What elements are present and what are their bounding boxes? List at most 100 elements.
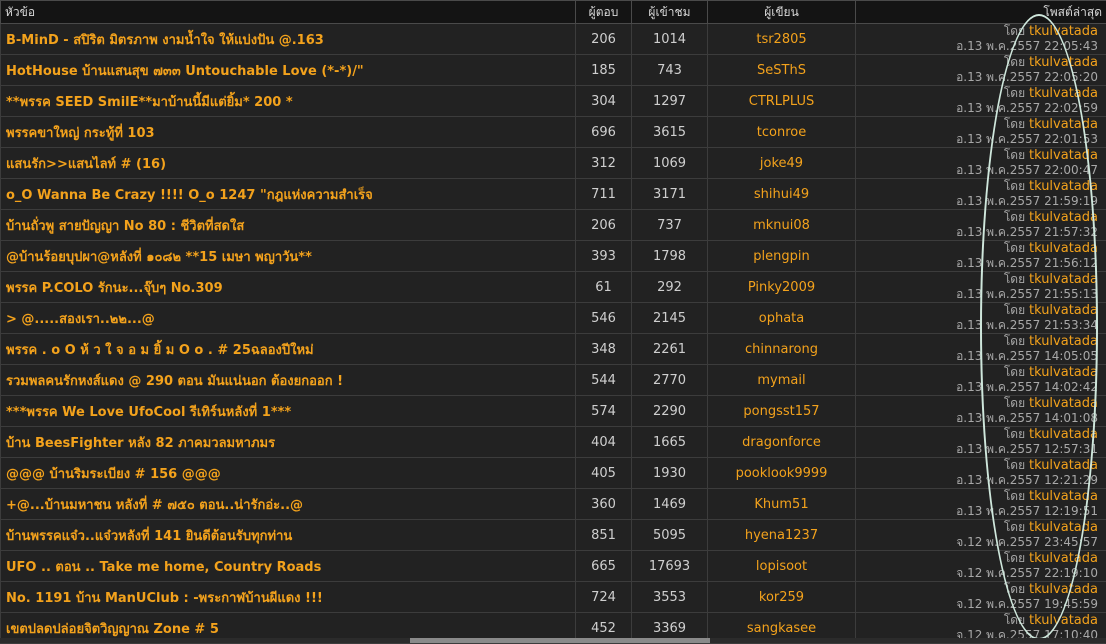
last-post-user-link[interactable]: tkulvatada — [1029, 489, 1098, 504]
view-count: 17693 — [632, 551, 708, 582]
last-post-user-link[interactable]: tkulvatada — [1029, 303, 1098, 318]
reply-count: 206 — [576, 210, 632, 241]
topic-link[interactable]: พรรคขาใหญ่ กระทู้ที่ 103 — [1, 117, 576, 148]
table-row: No. 1191 บ้าน ManUClub : -พระกาฬบ้านผีแด… — [1, 582, 1106, 613]
view-count: 2145 — [632, 303, 708, 334]
view-count: 1069 — [632, 148, 708, 179]
author-link[interactable]: CTRLPLUS — [708, 86, 856, 117]
author-link[interactable]: Khum51 — [708, 489, 856, 520]
last-post-user-link[interactable]: tkulvatada — [1029, 520, 1098, 535]
author-link[interactable]: joke49 — [708, 148, 856, 179]
table-header-row: หัวข้อ ผู้ตอบ ผู้เข้าชม ผู้เขียน โพสต์ล่… — [1, 1, 1106, 24]
last-post-user-link[interactable]: tkulvatada — [1029, 427, 1098, 442]
author-link[interactable]: ophata — [708, 303, 856, 334]
view-count: 1665 — [632, 427, 708, 458]
by-prefix: โดย — [1004, 613, 1025, 627]
topic-link[interactable]: HotHouse บ้านแสนสุข ๗๓๓ Untouchable Love… — [1, 55, 576, 86]
last-post-user-link[interactable]: tkulvatada — [1029, 86, 1098, 101]
header-topic[interactable]: หัวข้อ — [1, 1, 576, 24]
topic-link[interactable]: บ้าน BeesFighter หลัง 82 ภาคมวลมหาภมร — [1, 427, 576, 458]
by-prefix: โดย — [1004, 551, 1025, 565]
last-post-user-link[interactable]: tkulvatada — [1029, 241, 1098, 256]
topic-link[interactable]: B-MinD - สปิริต มิตรภาพ งามน้ำใจ ให้แบ่ง… — [1, 24, 576, 55]
last-post-cell: โดย tkulvatadaอ.13 พ.ค.2557 22:05:43 — [856, 24, 1106, 55]
header-last-post[interactable]: โพสต์ล่าสุด — [856, 1, 1106, 24]
header-author[interactable]: ผู้เขียน — [708, 1, 856, 24]
author-link[interactable]: hyena1237 — [708, 520, 856, 551]
author-link[interactable]: lopisoot — [708, 551, 856, 582]
last-post-user-link[interactable]: tkulvatada — [1029, 148, 1098, 163]
topic-link[interactable]: > @.....สองเรา..๒๒...@ — [1, 303, 576, 334]
author-link[interactable]: SeSThS — [708, 55, 856, 86]
author-link[interactable]: chinnarong — [708, 334, 856, 365]
last-post-user-link[interactable]: tkulvatada — [1029, 334, 1098, 349]
author-link[interactable]: pongsst157 — [708, 396, 856, 427]
last-post-by: โดย tkulvatada — [856, 303, 1098, 318]
last-post-user-link[interactable]: tkulvatada — [1029, 613, 1098, 628]
table-row: **พรรค SEED SmilE**มาบ้านนี้มีแต่ยิ้ม* 2… — [1, 86, 1106, 117]
topic-link[interactable]: พรรค . o O ห้ ว ใ จ อ ม ยิ้ ม O o . # 25… — [1, 334, 576, 365]
table-row: ***พรรค We Love UfoCool รีเทิร์นหลังที่ … — [1, 396, 1106, 427]
last-post-cell: โดย tkulvatadaอ.13 พ.ค.2557 12:21:29 — [856, 458, 1106, 489]
view-count: 1798 — [632, 241, 708, 272]
by-prefix: โดย — [1004, 396, 1025, 410]
author-link[interactable]: mymail — [708, 365, 856, 396]
header-views[interactable]: ผู้เข้าชม — [632, 1, 708, 24]
view-count: 2770 — [632, 365, 708, 396]
last-post-user-link[interactable]: tkulvatada — [1029, 396, 1098, 411]
topic-link[interactable]: @@@ บ้านริมระเบียง # 156 @@@ — [1, 458, 576, 489]
last-post-cell: โดย tkulvatadaอ.13 พ.ค.2557 12:19:51 — [856, 489, 1106, 520]
author-link[interactable]: pooklook9999 — [708, 458, 856, 489]
last-post-user-link[interactable]: tkulvatada — [1029, 458, 1098, 473]
topic-link[interactable]: บ้านถั่วพู สายปัญญา No 80 : ชีวิตที่สดใส — [1, 210, 576, 241]
last-post-by: โดย tkulvatada — [856, 396, 1098, 411]
last-post-by: โดย tkulvatada — [856, 86, 1098, 101]
topic-link[interactable]: o_O Wanna Be Crazy !!!! O_o 1247 "กฎแห่ง… — [1, 179, 576, 210]
author-link[interactable]: dragonforce — [708, 427, 856, 458]
last-post-user-link[interactable]: tkulvatada — [1029, 117, 1098, 132]
last-post-user-link[interactable]: tkulvatada — [1029, 551, 1098, 566]
forum-topic-board: หัวข้อ ผู้ตอบ ผู้เข้าชม ผู้เขียน โพสต์ล่… — [0, 0, 1106, 643]
topic-link[interactable]: @บ้านร้อยบุปผา@หลังที่ ๑๐๘๒ **15 เมษา พญ… — [1, 241, 576, 272]
last-post-cell: โดย tkulvatadaอ.13 พ.ค.2557 14:05:05 — [856, 334, 1106, 365]
reply-count: 544 — [576, 365, 632, 396]
last-post-user-link[interactable]: tkulvatada — [1029, 24, 1098, 39]
by-prefix: โดย — [1004, 272, 1025, 286]
last-post-user-link[interactable]: tkulvatada — [1029, 365, 1098, 380]
by-prefix: โดย — [1004, 179, 1025, 193]
last-post-user-link[interactable]: tkulvatada — [1029, 210, 1098, 225]
table-row: พรรค . o O ห้ ว ใ จ อ ม ยิ้ ม O o . # 25… — [1, 334, 1106, 365]
topic-link[interactable]: UFO .. ตอน .. Take me home, Country Road… — [1, 551, 576, 582]
topic-link[interactable]: รวมพลคนรักหงส์แดง @ 290 ตอน มันแน่นอก ต้… — [1, 365, 576, 396]
table-row: บ้านถั่วพู สายปัญญา No 80 : ชีวิตที่สดใส… — [1, 210, 1106, 241]
author-link[interactable]: tconroe — [708, 117, 856, 148]
topic-link[interactable]: แสนรัก>>แสนไลท์ # (16) — [1, 148, 576, 179]
topic-link[interactable]: **พรรค SEED SmilE**มาบ้านนี้มีแต่ยิ้ม* 2… — [1, 86, 576, 117]
reply-count: 665 — [576, 551, 632, 582]
last-post-user-link[interactable]: tkulvatada — [1029, 55, 1098, 70]
author-link[interactable]: Pinky2009 — [708, 272, 856, 303]
author-link[interactable]: kor259 — [708, 582, 856, 613]
last-post-user-link[interactable]: tkulvatada — [1029, 272, 1098, 287]
topic-link[interactable]: ***พรรค We Love UfoCool รีเทิร์นหลังที่ … — [1, 396, 576, 427]
topic-link[interactable]: บ้านพรรคแจ๋ว..แจ๋วหลังที่ 141 ยินดีต้อนร… — [1, 520, 576, 551]
view-count: 2290 — [632, 396, 708, 427]
last-post-cell: โดย tkulvatadaจ.12 พ.ค.2557 19:45:59 — [856, 582, 1106, 613]
last-post-cell: โดย tkulvatadaอ.13 พ.ค.2557 14:02:42 — [856, 365, 1106, 396]
author-link[interactable]: shihui49 — [708, 179, 856, 210]
last-post-user-link[interactable]: tkulvatada — [1029, 179, 1098, 194]
header-replies[interactable]: ผู้ตอบ — [576, 1, 632, 24]
by-prefix: โดย — [1004, 582, 1025, 596]
author-link[interactable]: mknui08 — [708, 210, 856, 241]
last-post-by: โดย tkulvatada — [856, 613, 1098, 628]
last-post-user-link[interactable]: tkulvatada — [1029, 582, 1098, 597]
scrollbar-thumb[interactable] — [410, 638, 710, 643]
reply-count: 206 — [576, 24, 632, 55]
last-post-by: โดย tkulvatada — [856, 241, 1098, 256]
topic-link[interactable]: No. 1191 บ้าน ManUClub : -พระกาฬบ้านผีแด… — [1, 582, 576, 613]
topic-link[interactable]: +@...บ้านมหาชน หลังที่ # ๗๕๐ ตอน..น่ารัก… — [1, 489, 576, 520]
author-link[interactable]: plengpin — [708, 241, 856, 272]
topic-link[interactable]: พรรค P.COLO รักนะ...จุ๊บๆ No.309 — [1, 272, 576, 303]
view-count: 1014 — [632, 24, 708, 55]
author-link[interactable]: tsr2805 — [708, 24, 856, 55]
